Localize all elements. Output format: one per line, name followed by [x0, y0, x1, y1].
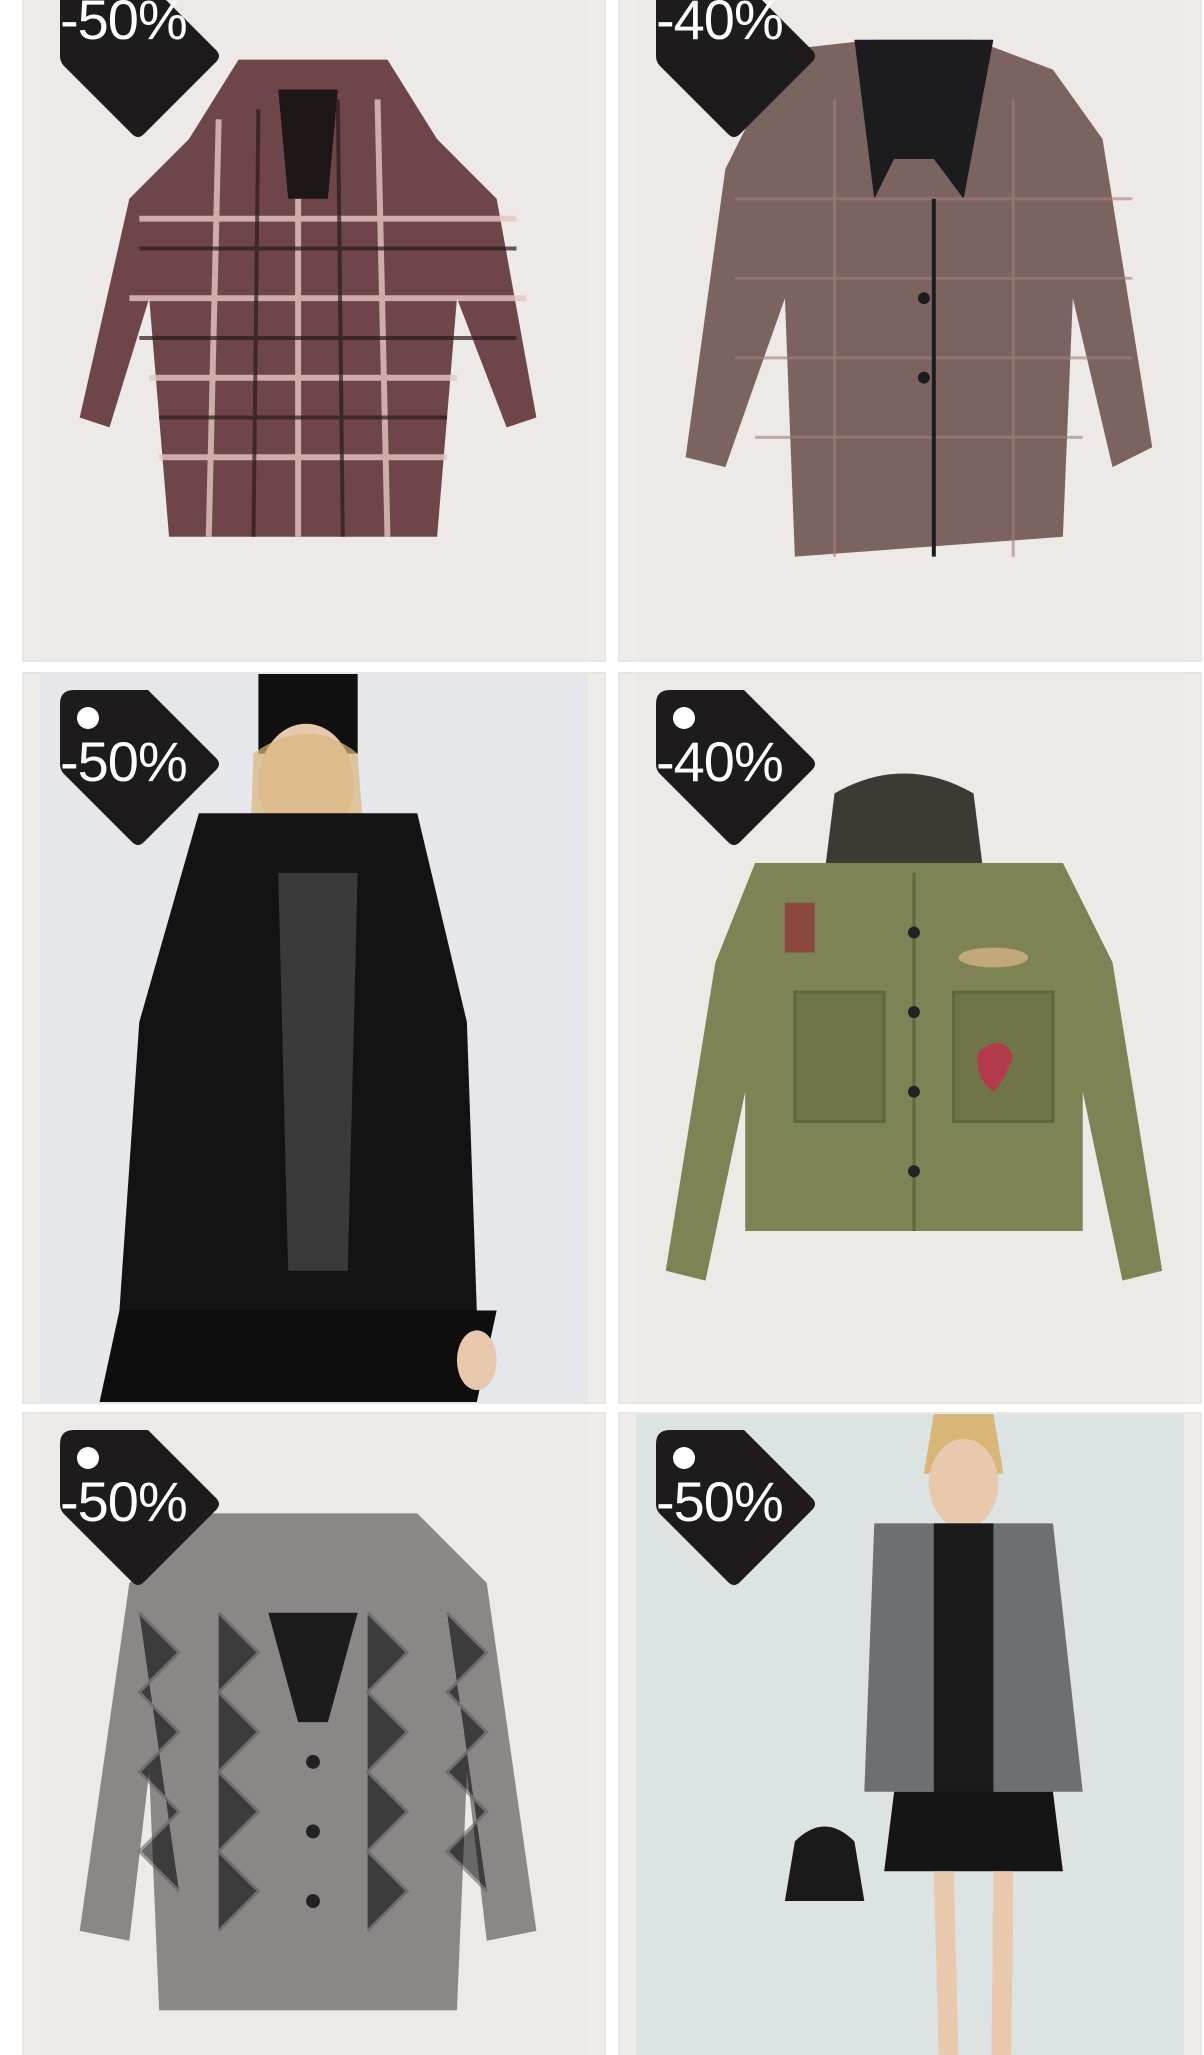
discount-label: -50% [60, 730, 188, 793]
product-card[interactable]: -50% [618, 1412, 1202, 2055]
discount-tag: -50% [52, 0, 222, 152]
product-card[interactable]: -40% [618, 672, 1202, 1404]
product-card[interactable]: -50% [22, 0, 606, 662]
product-card[interactable]: -40% [618, 0, 1202, 662]
product-card[interactable]: -50% [22, 1412, 606, 2055]
discount-label: -50% [656, 1470, 784, 1533]
discount-tag: -40% [648, 0, 818, 152]
discount-label: -40% [656, 730, 784, 793]
discount-tag: -40% [648, 690, 818, 860]
discount-label: -50% [60, 1470, 188, 1533]
discount-tag: -50% [648, 1430, 818, 1600]
discount-tag: -50% [52, 1430, 222, 1600]
discount-tag: -50% [52, 690, 222, 860]
product-grid: -50% -40% -50% -40% -50% -50% [0, 0, 1204, 2055]
discount-label: -50% [60, 0, 188, 51]
product-card[interactable]: -50% [22, 672, 606, 1404]
discount-label: -40% [656, 0, 784, 51]
